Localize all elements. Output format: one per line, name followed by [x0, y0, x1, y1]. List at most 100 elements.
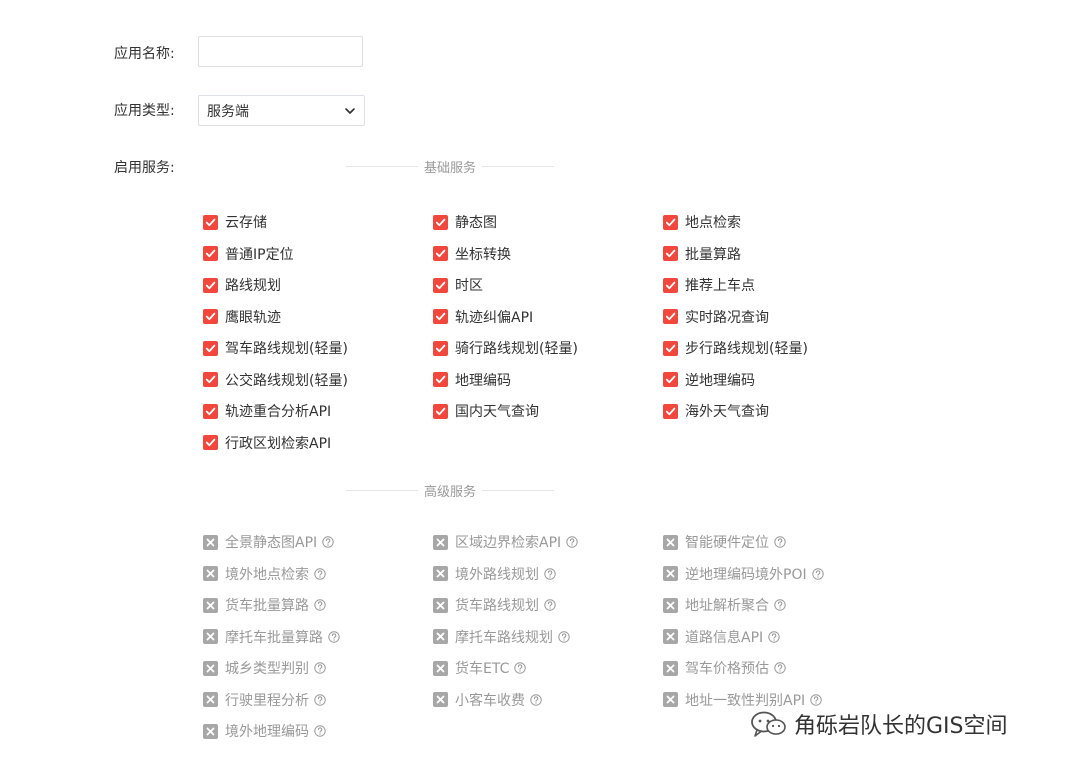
help-icon[interactable] — [774, 536, 786, 548]
checkbox-checked[interactable] — [663, 372, 678, 387]
help-icon[interactable] — [328, 630, 340, 643]
help-icon[interactable] — [514, 662, 527, 674]
service-option-label: 鹰眼轨迹 — [225, 309, 281, 326]
checkbox-checked[interactable] — [433, 277, 448, 293]
basic-service-option[interactable]: 步行路线规划(轻量) — [663, 338, 808, 358]
checkbox-disabled — [433, 629, 448, 644]
check-icon — [665, 375, 676, 384]
basic-service-option[interactable]: 时区 — [433, 275, 483, 295]
service-option-label: 路线规划 — [225, 278, 281, 294]
checkbox-checked[interactable] — [203, 372, 218, 387]
cross-icon — [666, 695, 675, 704]
check-icon — [665, 281, 676, 289]
divider-line — [346, 489, 418, 491]
check-icon — [205, 375, 216, 384]
checkbox-checked[interactable] — [203, 309, 218, 324]
basic-service-option[interactable]: 骑行路线规划(轻量) — [433, 338, 578, 358]
advanced-service-option: 地址解析聚合 — [663, 595, 786, 615]
checkbox-checked[interactable] — [203, 435, 218, 450]
basic-service-option[interactable]: 逆地理编码 — [663, 370, 755, 390]
help-icon[interactable] — [811, 567, 824, 580]
check-icon — [205, 249, 216, 258]
help-icon[interactable] — [322, 536, 334, 548]
advanced-services-title-text: 高级服务 — [424, 484, 477, 500]
basic-service-option[interactable]: 驾车路线规划(轻量) — [203, 338, 348, 358]
help-icon[interactable] — [314, 693, 326, 706]
service-option-label: 地址一致性判别API — [685, 692, 806, 709]
basic-service-option[interactable]: 云存储 — [203, 212, 267, 232]
basic-service-option[interactable]: 海外天气查询 — [663, 401, 769, 421]
checkbox-checked[interactable] — [203, 340, 218, 356]
advanced-service-option: 境外地理编码 — [203, 721, 326, 741]
service-option-label: 地点检索 — [685, 215, 741, 231]
check-icon — [665, 407, 676, 415]
basic-service-option[interactable]: 国内天气查询 — [433, 401, 539, 421]
basic-service-option[interactable]: 鹰眼轨迹 — [203, 307, 281, 327]
app-type-select[interactable]: 服务端 — [198, 95, 365, 126]
checkbox-checked[interactable] — [663, 214, 678, 230]
help-icon[interactable] — [566, 536, 578, 548]
basic-service-option[interactable]: 公交路线规划(轻量) — [203, 370, 348, 390]
service-option-label: 道路信息API — [685, 629, 764, 646]
check-icon — [435, 249, 446, 258]
checkbox-checked[interactable] — [203, 403, 218, 419]
help-icon[interactable] — [558, 630, 570, 643]
checkbox-checked[interactable] — [433, 340, 448, 356]
basic-service-option[interactable]: 批量算路 — [663, 244, 741, 264]
help-icon[interactable] — [544, 599, 556, 611]
help-icon[interactable] — [314, 567, 326, 580]
basic-service-option[interactable]: 坐标转换 — [433, 244, 511, 264]
app-name-input[interactable] — [198, 36, 363, 67]
app-name-label: 应用名称: — [114, 46, 175, 62]
basic-service-option[interactable]: 实时路况查询 — [663, 307, 769, 327]
basic-service-option[interactable]: 地理编码 — [433, 370, 511, 390]
basic-service-option[interactable]: 地点检索 — [663, 212, 741, 232]
checkbox-checked[interactable] — [433, 214, 448, 230]
checkbox-checked[interactable] — [203, 246, 218, 261]
basic-service-option[interactable]: 推荐上车点 — [663, 275, 755, 295]
checkbox-checked[interactable] — [663, 403, 678, 419]
advanced-service-option: 道路信息API — [663, 627, 780, 647]
checkbox-checked[interactable] — [663, 340, 678, 356]
help-icon[interactable] — [768, 630, 780, 643]
checkbox-checked[interactable] — [663, 246, 678, 261]
help-icon[interactable] — [314, 662, 326, 674]
help-icon[interactable] — [810, 693, 822, 706]
checkbox-checked[interactable] — [433, 309, 448, 324]
basic-service-option[interactable]: 静态图 — [433, 212, 497, 232]
basic-service-option[interactable]: 行政区划检索API — [203, 433, 331, 453]
checkbox-disabled — [433, 534, 448, 550]
cross-icon — [666, 664, 675, 672]
help-icon[interactable] — [314, 599, 326, 611]
check-icon — [205, 438, 216, 447]
service-option-label: 骑行路线规划(轻量) — [455, 341, 578, 357]
checkbox-checked[interactable] — [203, 214, 218, 230]
service-option-label: 摩托车批量算路 — [225, 629, 323, 646]
checkbox-checked[interactable] — [663, 277, 678, 293]
basic-service-option[interactable]: 轨迹纠偏API — [433, 307, 533, 327]
checkbox-disabled — [433, 597, 448, 613]
divider-line — [482, 489, 555, 491]
checkbox-disabled — [203, 566, 218, 581]
advanced-service-option: 境外路线规划 — [433, 564, 556, 584]
checkbox-checked[interactable] — [203, 277, 218, 293]
help-icon[interactable] — [774, 662, 786, 674]
help-icon[interactable] — [774, 599, 786, 611]
help-icon[interactable] — [544, 567, 556, 580]
basic-service-option[interactable]: 轨迹重合分析API — [203, 401, 331, 421]
basic-service-option[interactable]: 普通IP定位 — [203, 244, 294, 264]
basic-service-option[interactable]: 路线规划 — [203, 275, 281, 295]
help-icon[interactable] — [314, 725, 326, 737]
checkbox-checked[interactable] — [433, 372, 448, 387]
advanced-service-option: 行驶里程分析 — [203, 690, 326, 710]
checkbox-checked[interactable] — [433, 403, 448, 419]
advanced-service-option: 货车批量算路 — [203, 595, 326, 615]
checkbox-checked[interactable] — [433, 246, 448, 261]
service-option-label: 轨迹纠偏API — [455, 309, 534, 326]
checkbox-disabled — [663, 597, 678, 613]
help-icon[interactable] — [530, 693, 542, 706]
advanced-service-option: 驾车价格预估 — [663, 658, 786, 678]
service-option-label: 地址解析聚合 — [685, 598, 769, 614]
checkbox-checked[interactable] — [663, 309, 678, 324]
watermark-text: 角砾岩队长的GIS空间 — [794, 714, 1008, 739]
